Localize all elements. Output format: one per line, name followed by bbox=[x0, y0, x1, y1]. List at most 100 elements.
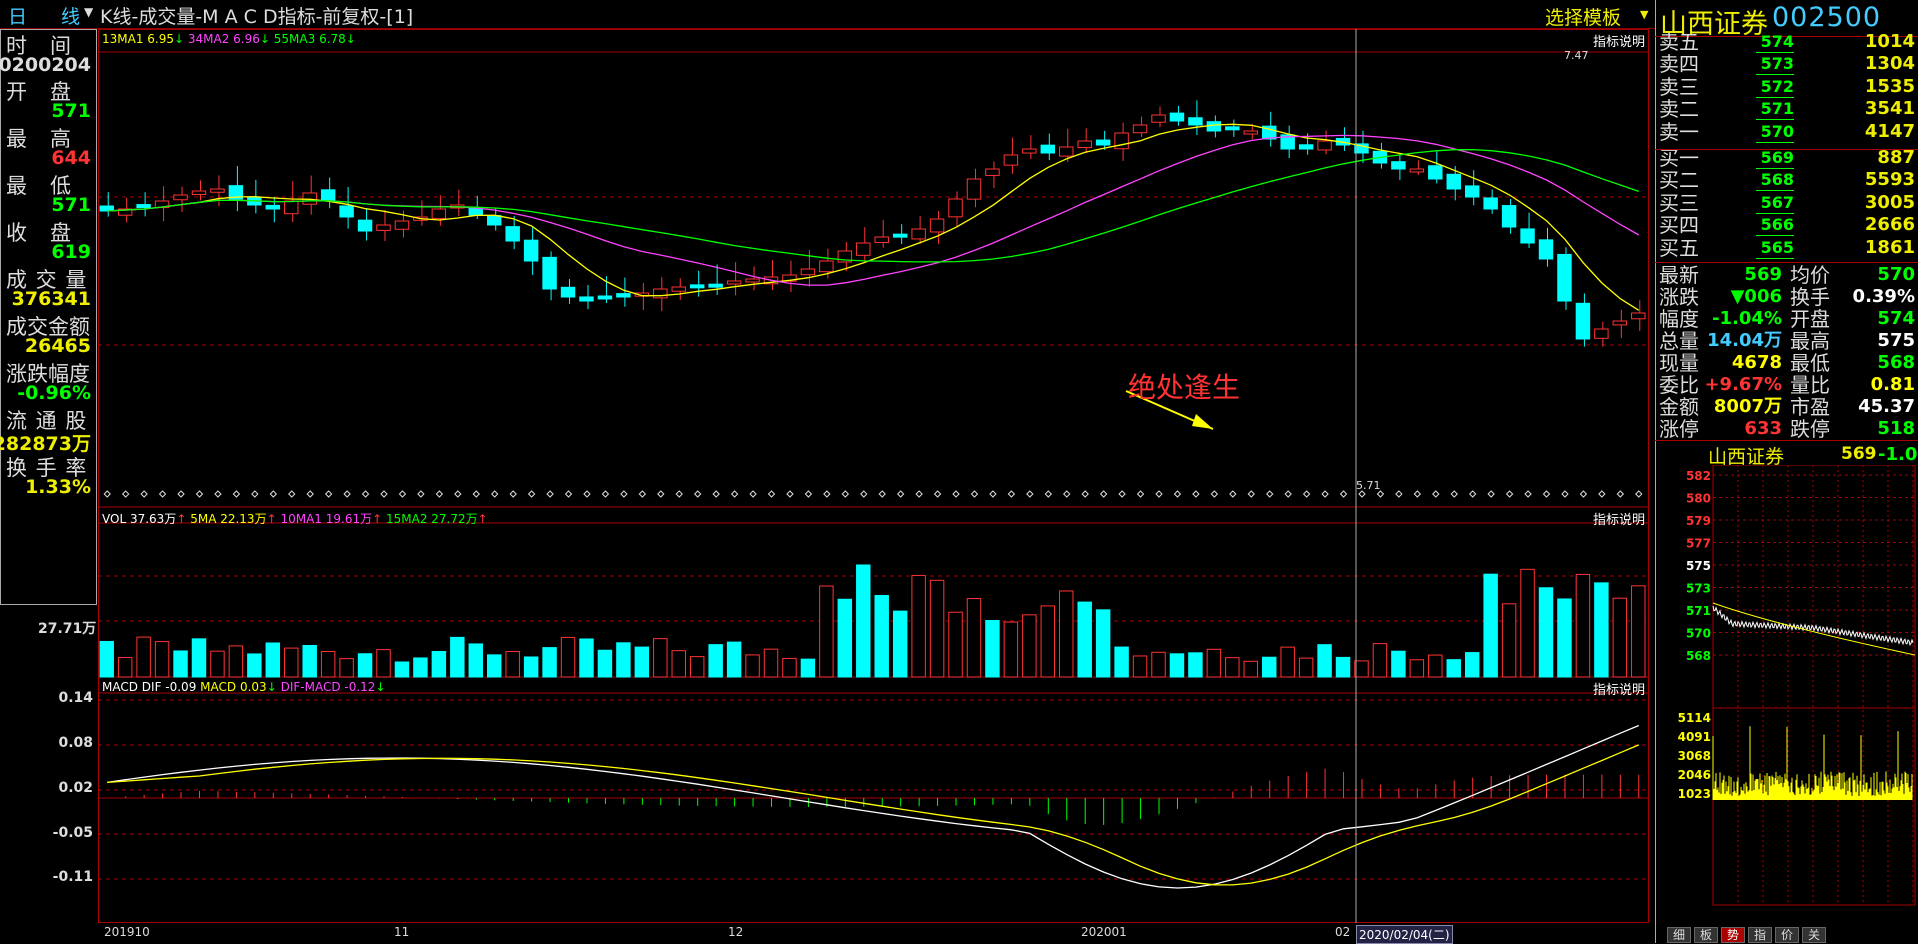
volume-bar bbox=[1372, 643, 1388, 678]
volume-bar bbox=[560, 636, 576, 678]
candle-body bbox=[1243, 130, 1258, 135]
volume-value: 376341 bbox=[11, 288, 91, 310]
volume-bar bbox=[892, 610, 908, 678]
volume-bar bbox=[1206, 648, 1222, 678]
candle-body bbox=[1225, 126, 1240, 131]
signal-marker bbox=[398, 490, 407, 498]
stat-value: 0.39% bbox=[1852, 286, 1915, 307]
close-value: 619 bbox=[51, 241, 91, 263]
stat-label: 委比 bbox=[1659, 373, 1699, 397]
mini-chart-change: -1.04% bbox=[1878, 444, 1918, 465]
price-help-button[interactable]: 指标说明 bbox=[1593, 31, 1645, 50]
mini-price-tick: 575 bbox=[1686, 559, 1711, 573]
signal-marker bbox=[177, 490, 185, 498]
period-selector[interactable]: 日 线 bbox=[8, 2, 94, 29]
volume-bar bbox=[1520, 568, 1535, 678]
macd-dea-line bbox=[107, 744, 1640, 886]
period-dropdown-icon[interactable]: ▼ bbox=[84, 5, 93, 19]
candle-body bbox=[689, 284, 705, 289]
bottom-tab[interactable]: 指 bbox=[1748, 927, 1772, 943]
volume-bar bbox=[800, 658, 816, 678]
volume-bar bbox=[413, 657, 428, 678]
signal-marker bbox=[269, 490, 278, 498]
volume-bar bbox=[450, 636, 465, 678]
x-label: 201910 bbox=[104, 925, 150, 939]
x-label: 202001 bbox=[1081, 925, 1127, 939]
candle-body bbox=[985, 168, 1000, 176]
stat-value: -1.04% bbox=[1712, 308, 1782, 329]
mini-volume-tick: 5114 bbox=[1678, 711, 1711, 725]
ask-level-volume: 4147 bbox=[1864, 120, 1915, 142]
intraday-chart[interactable]: 582 580 579 577 575 573 571 570 568 5114 4091 3068 2… bbox=[1655, 464, 1918, 920]
bottom-tab[interactable]: 价 bbox=[1775, 927, 1799, 943]
cursor-date-label: 2020/02/04(二) bbox=[1356, 925, 1453, 944]
candle-body bbox=[357, 219, 373, 232]
template-dropdown-icon[interactable]: ▼ bbox=[1640, 8, 1648, 21]
stat-label: 均价 bbox=[1790, 263, 1830, 287]
volume-bar bbox=[763, 648, 779, 678]
volume-bar bbox=[1188, 652, 1203, 678]
mini-volume-tick: 4091 bbox=[1678, 730, 1711, 744]
candle-body bbox=[136, 204, 151, 209]
stat-value: 14.04万 bbox=[1707, 330, 1782, 351]
signal-marker bbox=[1302, 490, 1311, 498]
ask-level-price: 573 bbox=[1756, 54, 1794, 76]
volume-bar bbox=[671, 650, 686, 678]
bottom-tab[interactable]: 关 bbox=[1802, 927, 1826, 943]
price-legend: 13MA1 6.95↓ 34MA2 6.96↓ 55MA3 6.78↓ bbox=[102, 32, 356, 46]
bottom-tab[interactable]: 板 bbox=[1694, 927, 1718, 943]
signal-marker bbox=[1598, 490, 1606, 498]
chart-area[interactable]: 13MA1 6.95↓ 34MA2 6.96↓ 55MA3 6.78↓ 指标说明… bbox=[98, 29, 1654, 943]
vol-ma15-legend: 15MA2 27.72万 bbox=[386, 512, 478, 526]
signal-marker bbox=[288, 490, 296, 498]
volume-bar bbox=[1059, 590, 1074, 678]
signal-marker bbox=[1524, 490, 1532, 498]
candle-body bbox=[320, 189, 336, 202]
open-value: 571 bbox=[51, 100, 91, 122]
bid-level-volume: 2666 bbox=[1864, 214, 1915, 236]
chart-title: K线-成交量-M A C D指标-前复权-[1] bbox=[100, 6, 414, 28]
mini-price-tick: 577 bbox=[1686, 537, 1711, 551]
bid-level-label: 买三 bbox=[1659, 190, 1699, 215]
candle-body bbox=[1169, 112, 1185, 122]
signal-marker bbox=[1266, 490, 1274, 498]
macd-help-button[interactable]: 指标说明 bbox=[1593, 679, 1645, 698]
ma13-legend: 13MA1 6.95 bbox=[102, 32, 174, 46]
mini-chart-price: 569 bbox=[1841, 444, 1877, 464]
bid-level-price: 566 bbox=[1756, 215, 1794, 237]
template-selector[interactable]: 选择模板 bbox=[1545, 3, 1621, 30]
volume-help-button[interactable]: 指标说明 bbox=[1593, 509, 1645, 528]
intraday-canvas[interactable]: 582 580 579 577 575 573 571 570 568 5114 4091 3068 2… bbox=[1655, 464, 1918, 920]
stat-label: 最新 bbox=[1659, 263, 1699, 287]
signal-marker bbox=[693, 490, 702, 498]
chart-canvas[interactable] bbox=[98, 29, 1654, 923]
signal-marker bbox=[1450, 490, 1458, 498]
bottom-tab[interactable]: 势 bbox=[1721, 927, 1745, 943]
signal-marker bbox=[970, 490, 979, 498]
stat-label: 金额 bbox=[1659, 395, 1699, 419]
stat-label: 换手 bbox=[1790, 285, 1830, 309]
bottom-tab[interactable]: 细 bbox=[1667, 927, 1691, 943]
volume-bar bbox=[1225, 657, 1240, 678]
candle-body bbox=[1428, 165, 1443, 180]
x-label: 02 bbox=[1335, 925, 1351, 939]
signal-marker bbox=[804, 490, 813, 498]
signal-marker bbox=[786, 490, 794, 498]
signal-marker bbox=[1413, 490, 1422, 498]
candle-body bbox=[1631, 312, 1646, 320]
mini-volume-tick: 3068 bbox=[1678, 749, 1711, 763]
volume-bar bbox=[1428, 654, 1443, 678]
candle-body bbox=[1151, 114, 1166, 123]
candle-body bbox=[1520, 228, 1535, 244]
bid-level-volume: 887 bbox=[1877, 147, 1915, 168]
signal-marker bbox=[952, 490, 960, 498]
signal-marker bbox=[454, 490, 462, 498]
candle-body bbox=[523, 239, 539, 262]
macd-tick: 0.02 bbox=[58, 780, 93, 796]
signal-marker bbox=[509, 490, 517, 498]
signal-marker bbox=[878, 490, 886, 498]
candle-body bbox=[1501, 205, 1517, 228]
stat-label: 量比 bbox=[1790, 373, 1830, 397]
volume-bar bbox=[1483, 573, 1498, 678]
signal-marker bbox=[1099, 490, 1108, 498]
